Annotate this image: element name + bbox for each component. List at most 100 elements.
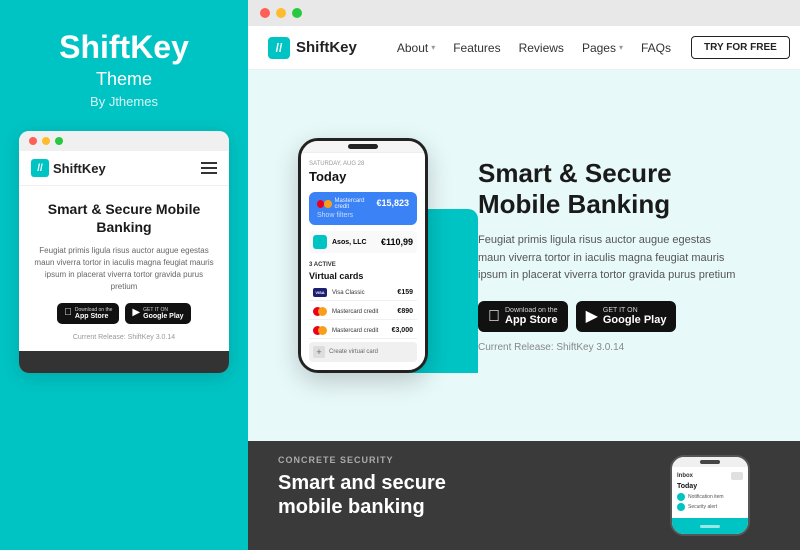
phone-mockup-area: SATURDAY, AUG 28 Today Mastercard credit: [248, 138, 448, 373]
add-card-icon: +: [313, 346, 325, 358]
hero-section: SATURDAY, AUG 28 Today Mastercard credit: [248, 70, 800, 441]
googleplay-get-label: GET IT ON: [603, 307, 667, 314]
hero-appstore-text: Download on the App Store: [505, 307, 558, 326]
mini-dot-red: [29, 137, 37, 145]
phone-date: SATURDAY, AUG 28: [309, 161, 417, 167]
dark-phone-home-indicator: [700, 525, 720, 528]
dark-phone-item-text-1: Notification item: [688, 494, 724, 500]
phone-credit-card: Mastercard credit Show filters €15,823: [309, 192, 417, 225]
website-nav-links: About ▾ Features Reviews Pages ▾ FAQs: [397, 41, 671, 55]
phone-card-amount: €15,823: [376, 198, 409, 208]
hero-content: Smart & SecureMobile Banking Feugiat pri…: [448, 138, 800, 373]
nav-faqs[interactable]: FAQs: [641, 41, 671, 55]
browser-chrome: [248, 0, 800, 26]
visa-label: Visa Classic: [332, 290, 392, 296]
dark-phone-bottom-bar: [672, 518, 748, 534]
phone-today: Today: [309, 169, 417, 184]
left-sidebar: ShiftKey Theme By Jthemes // ShiftKey Sm…: [0, 0, 248, 550]
appstore-name: App Store: [75, 313, 113, 320]
mc2-label: Mastercard credit: [332, 328, 387, 334]
appstore-small-label: Download on the: [75, 307, 113, 313]
mini-store-buttons:  Download on the App Store ▶ GET IT ON …: [33, 303, 215, 324]
brand-subtitle: Theme: [96, 69, 152, 90]
dark-phone-area: Inbox Today Notification item Security a…: [650, 455, 770, 536]
dark-phone-screen: Inbox Today Notification item Security a…: [672, 467, 748, 518]
phone-company-row: Asos, LLC €110,99: [309, 231, 417, 253]
try-free-button[interactable]: TRY FOR FREE: [691, 36, 790, 59]
website-navbar: // ShiftKey About ▾ Features Reviews Pag…: [248, 26, 800, 70]
mini-appstore-button[interactable]:  Download on the App Store: [57, 303, 119, 324]
appstore-download-label: Download on the: [505, 307, 558, 314]
dark-phone-inbox-label: Inbox: [677, 473, 727, 479]
hero-heading: Smart & SecureMobile Banking: [478, 158, 770, 220]
phone-notch: [348, 144, 378, 149]
dark-phone-mockup: Inbox Today Notification item Security a…: [670, 455, 750, 536]
phone-add-card-row[interactable]: + Create virtual card: [309, 342, 417, 362]
mini-browser-mockup: // ShiftKey Smart & Secure Mobile Bankin…: [19, 131, 229, 372]
brand-by: By Jthemes: [90, 94, 158, 109]
mini-hero-heading: Smart & Secure Mobile Banking: [33, 200, 215, 236]
mini-hamburger-icon[interactable]: [201, 162, 217, 174]
chevron-down-icon-pages: ▾: [619, 43, 623, 52]
brand-title: ShiftKey: [59, 30, 189, 65]
dark-phone-search-icon: [731, 472, 743, 480]
website-logo: // ShiftKey: [268, 37, 357, 59]
visa-icon: VISA: [313, 288, 327, 297]
dark-section-heading: Smart and securemobile banking: [278, 471, 630, 519]
browser-dot-yellow: [276, 8, 286, 18]
appstore-store-name: App Store: [505, 314, 558, 326]
dark-phone-item-1: Notification item: [677, 493, 743, 501]
nav-features[interactable]: Features: [453, 41, 500, 55]
dark-section: CONCRETE SECURITY Smart and securemobile…: [248, 441, 800, 550]
dark-phone-inbox-row: Inbox: [677, 472, 743, 480]
phone-section-active: 3 ACTIVE: [309, 262, 336, 268]
phone-screen: SATURDAY, AUG 28 Today Mastercard credit: [301, 153, 425, 370]
mc2-amount: €3,000: [392, 327, 413, 334]
mini-dot-yellow: [42, 137, 50, 145]
right-panel: // ShiftKey About ▾ Features Reviews Pag…: [248, 0, 800, 550]
nav-about[interactable]: About ▾: [397, 41, 435, 55]
mini-dark-bar: [19, 351, 229, 373]
website-logo-text: ShiftKey: [296, 39, 357, 56]
apple-icon: : [64, 308, 72, 318]
hero-release-text: Current Release: ShiftKey 3.0.14: [478, 342, 770, 353]
dark-phone-item-text-2: Security alert: [688, 504, 717, 510]
mini-googleplay-button[interactable]: ▶ GET IT ON Google Play: [125, 303, 190, 324]
mini-dot-green: [55, 137, 63, 145]
hero-appstore-button[interactable]:  Download on the App Store: [478, 301, 568, 332]
phone-mc2-row: Mastercard credit €3,000: [309, 323, 417, 339]
hero-store-buttons:  Download on the App Store ▶ GET IT ON …: [478, 301, 770, 332]
company-logo: [313, 235, 327, 249]
company-amount: €110,99: [381, 237, 413, 247]
apple-store-icon: : [488, 309, 500, 325]
browser-dot-red: [260, 8, 270, 18]
google-play-store-icon: ▶: [586, 309, 598, 325]
mini-logo-text: ShiftKey: [53, 161, 106, 176]
company-name: Asos, LLC: [332, 239, 367, 246]
mc2-icon: [313, 326, 327, 335]
website-logo-icon: //: [268, 37, 290, 59]
dark-phone-bar: [672, 457, 748, 467]
mc1-label: Mastercard credit: [332, 309, 392, 315]
hero-body-text: Feugiat primis ligula risus auctor augue…: [478, 232, 738, 285]
hero-googleplay-button[interactable]: ▶ GET IT ON Google Play: [576, 301, 677, 332]
phone-visa-row: VISA Visa Classic €159: [309, 285, 417, 301]
mini-browser-bar: [19, 131, 229, 151]
mc1-amount: €890: [397, 308, 413, 315]
mini-content: Smart & Secure Mobile Banking Feugiat pr…: [19, 186, 229, 350]
mini-logo: // ShiftKey: [31, 159, 106, 177]
dark-section-label: CONCRETE SECURITY: [278, 455, 630, 465]
google-play-icon: ▶: [132, 308, 140, 318]
phone-notch-bar: [301, 141, 425, 153]
hero-googleplay-text: GET IT ON Google Play: [603, 307, 667, 326]
phone-mc1-row: Mastercard credit €890: [309, 304, 417, 320]
nav-reviews[interactable]: Reviews: [519, 41, 564, 55]
phone-mockup: SATURDAY, AUG 28 Today Mastercard credit: [298, 138, 428, 373]
nav-pages[interactable]: Pages ▾: [582, 41, 623, 55]
mini-logo-icon: //: [31, 159, 49, 177]
mini-body-text: Feugiat primis ligula risus auctor augue…: [33, 245, 215, 293]
browser-dot-green: [292, 8, 302, 18]
googleplay-small-label: GET IT ON: [143, 307, 183, 313]
mini-release-text: Current Release: ShiftKey 3.0.14: [33, 334, 215, 341]
phone-virtual-heading: Virtual cards: [309, 271, 417, 281]
